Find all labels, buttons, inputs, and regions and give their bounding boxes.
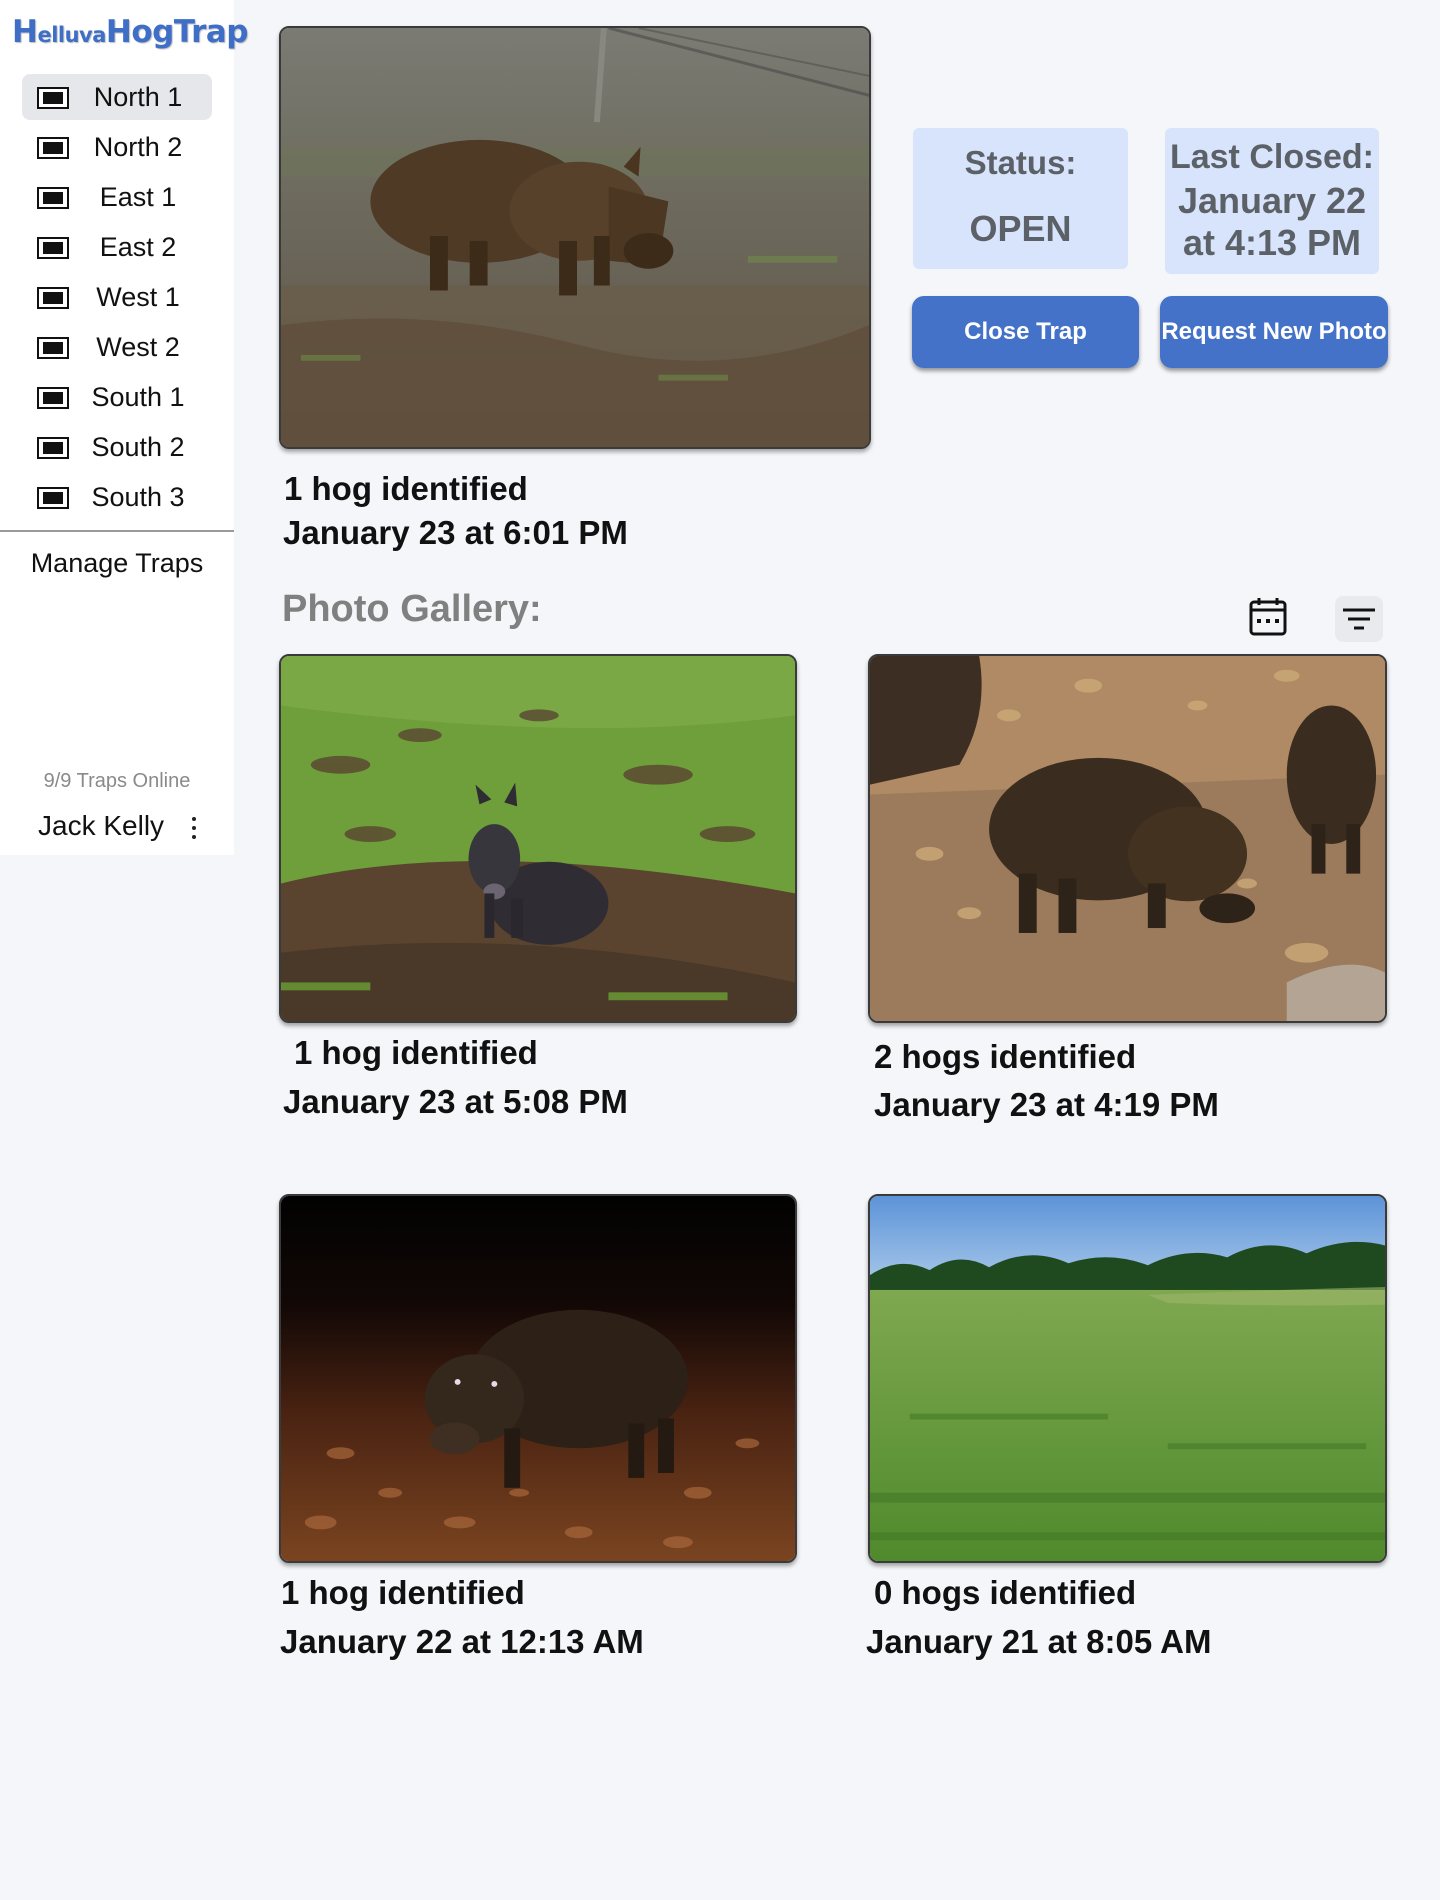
latest-photo-hog-count: 1 hog identified <box>284 470 528 507</box>
camera-monitor-icon <box>37 187 69 209</box>
calendar-icon[interactable] <box>1244 594 1292 640</box>
camera-monitor-icon <box>37 287 69 309</box>
filter-icon[interactable] <box>1335 596 1383 642</box>
trap-label: South 1 <box>91 382 185 412</box>
last-closed-label: Last Closed: <box>1169 138 1375 176</box>
gallery-timestamp: January 23 at 4:19 PM <box>874 1086 1219 1123</box>
trap-item-east-1[interactable]: East 1 <box>22 174 212 220</box>
trap-label: West 1 <box>96 282 180 312</box>
trap-item-east-2[interactable]: East 2 <box>22 224 212 270</box>
gallery-photo[interactable] <box>279 654 797 1023</box>
trap-label: East 2 <box>99 232 177 262</box>
last-closed-value: January 22 at 4:13 PM <box>1165 180 1379 264</box>
trap-label: North 1 <box>93 82 183 112</box>
gallery-timestamp: January 23 at 5:08 PM <box>283 1083 628 1120</box>
gallery-timestamp: January 22 at 12:13 AM <box>280 1623 644 1660</box>
trap-item-north-2[interactable]: North 2 <box>22 124 212 170</box>
status-value: OPEN <box>969 208 1072 249</box>
camera-monitor-icon <box>37 387 69 409</box>
trap-item-west-1[interactable]: West 1 <box>22 274 212 320</box>
trap-item-south-1[interactable]: South 1 <box>22 374 212 420</box>
trap-status-card: Status: OPEN <box>913 128 1128 269</box>
gallery-title: Photo Gallery: <box>282 588 542 630</box>
gallery-hog-count: 1 hog identified <box>294 1034 538 1071</box>
latest-trap-photo[interactable] <box>279 26 871 449</box>
sidebar-divider <box>0 530 234 532</box>
last-closed-date: January 22 <box>1177 180 1367 221</box>
last-closed-time: at 4:13 PM <box>1182 222 1362 263</box>
gallery-hog-count: 0 hogs identified <box>874 1574 1137 1611</box>
trap-list: North 1 North 2 East 1 East 2 West 1 Wes… <box>22 74 212 524</box>
trap-label: East 1 <box>99 182 177 212</box>
camera-monitor-icon <box>37 87 69 109</box>
last-closed-card: Last Closed: January 22 at 4:13 PM <box>1165 128 1379 274</box>
gallery-photo[interactable] <box>868 654 1387 1023</box>
gallery-timestamp: January 21 at 8:05 AM <box>866 1623 1212 1660</box>
traps-online-status: 9/9 Traps Online <box>43 770 191 792</box>
camera-monitor-icon <box>37 337 69 359</box>
sidebar: HelluvaHogTrap North 1 North 2 East 1 Ea… <box>0 0 248 855</box>
trap-item-west-2[interactable]: West 2 <box>22 324 212 370</box>
trap-label: South 2 <box>91 432 185 462</box>
camera-monitor-icon <box>37 437 69 459</box>
latest-photo-timestamp: January 23 at 6:01 PM <box>283 514 628 551</box>
user-name: Jack Kelly <box>38 810 165 841</box>
app-logo[interactable]: HelluvaHogTrap <box>12 12 248 57</box>
trap-label: West 2 <box>96 332 180 362</box>
request-new-photo-button[interactable]: Request New Photo <box>1160 296 1388 368</box>
trap-item-north-1[interactable]: North 1 <box>22 74 212 120</box>
gallery-hog-count: 1 hog identified <box>281 1574 525 1611</box>
manage-traps-link[interactable]: Manage Traps <box>0 548 234 579</box>
more-vertical-icon[interactable] <box>186 814 202 842</box>
camera-monitor-icon <box>37 487 69 509</box>
close-trap-button[interactable]: Close Trap <box>912 296 1139 368</box>
gallery-photo[interactable] <box>868 1194 1387 1563</box>
trap-item-south-3[interactable]: South 3 <box>22 474 212 520</box>
trap-label: South 3 <box>91 482 185 512</box>
camera-monitor-icon <box>37 137 69 159</box>
gallery-hog-count: 2 hogs identified <box>874 1038 1137 1075</box>
trap-label: North 2 <box>93 132 183 162</box>
status-label: Status: <box>964 144 1077 181</box>
trap-item-south-2[interactable]: South 2 <box>22 424 212 470</box>
camera-monitor-icon <box>37 237 69 259</box>
gallery-photo[interactable] <box>279 1194 797 1563</box>
